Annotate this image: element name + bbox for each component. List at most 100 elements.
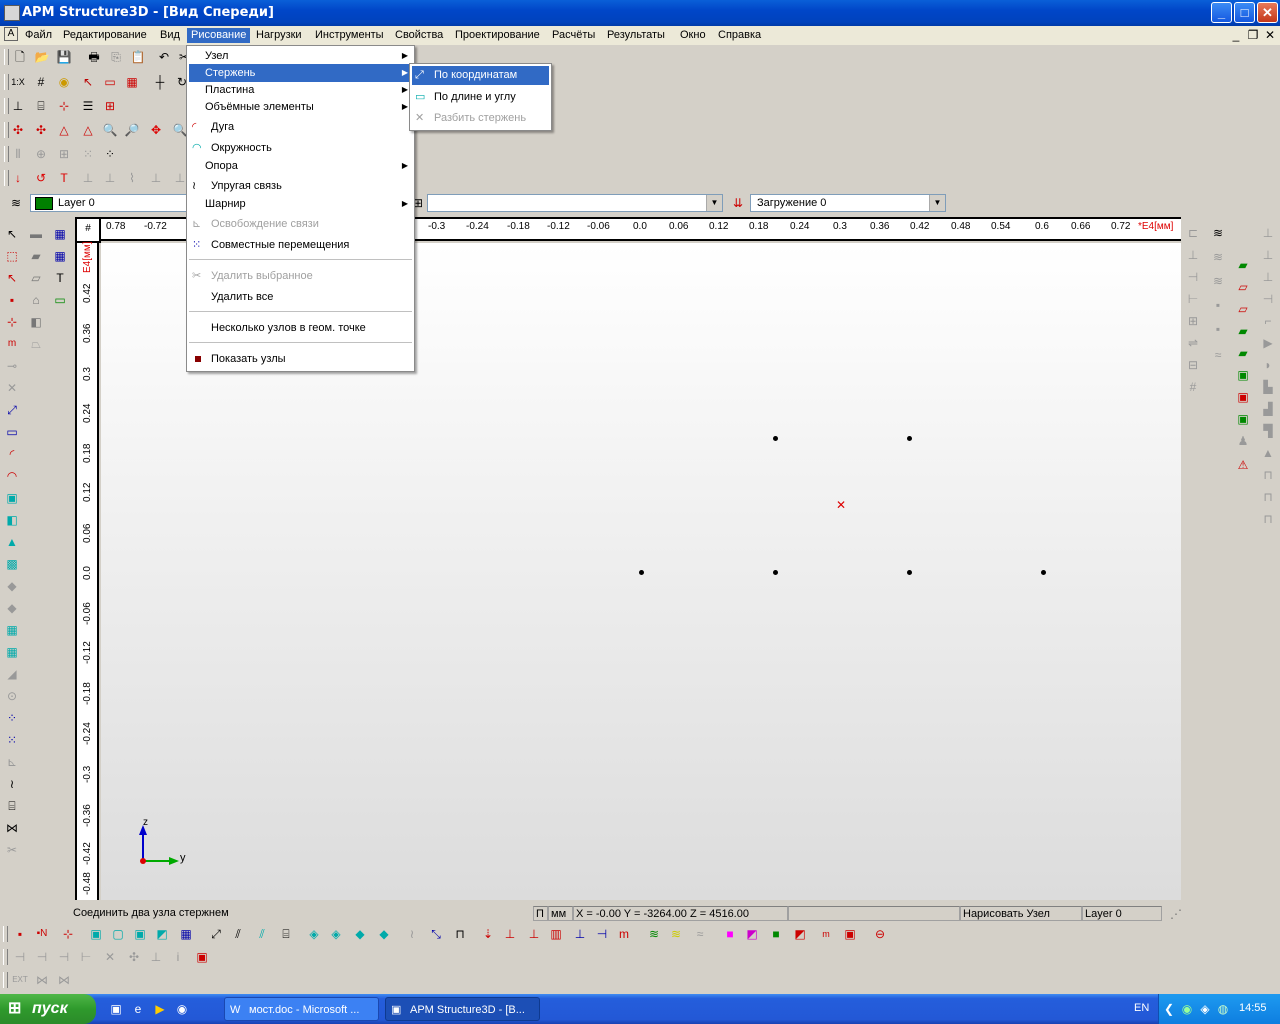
plate-red2-icon[interactable]: ▱ (1235, 301, 1251, 317)
pointer-icon[interactable]: ↖ (4, 226, 20, 242)
node-gray-icon[interactable]: ⊸ (4, 358, 20, 374)
menu-edit[interactable]: Редактирование (59, 28, 151, 43)
layer-gray2-icon[interactable]: ≋ (1210, 273, 1226, 289)
rb-7-icon[interactable]: ⊥ (148, 949, 164, 965)
mdi-minimize-icon[interactable]: _ (1228, 27, 1244, 43)
mass-icon[interactable]: m (4, 336, 20, 352)
rb-8-icon[interactable]: i (170, 949, 186, 965)
tray-arrow-icon[interactable]: ❮ (1161, 1001, 1177, 1017)
menu-item-delete-selected[interactable]: ✂ Удалить выбранное (189, 267, 412, 285)
right-tool-icon[interactable]: ⊢ (1185, 291, 1201, 307)
task-apm[interactable]: ▣ APM Structure3D - [В... (385, 997, 540, 1021)
submenu-item-by-length[interactable]: ▭ По длине и углу (412, 88, 549, 106)
load-2-icon[interactable]: ⊥ (102, 170, 118, 186)
support-gray-icon[interactable]: ◢ (4, 666, 20, 682)
right-tool-icon[interactable]: ⊟ (1185, 357, 1201, 373)
right-tool-icon[interactable]: ⊞ (1185, 313, 1201, 329)
release-tool-icon[interactable]: ⊾ (4, 754, 20, 770)
menu-item-hinge[interactable]: Шарнир ▶ (189, 195, 412, 213)
layer-gray4-icon[interactable]: ▪ (1210, 321, 1226, 337)
save-icon[interactable]: 💾 (56, 49, 72, 65)
document-icon[interactable]: A (4, 27, 18, 41)
submenu-item-split[interactable]: ✕ Разбить стержень (412, 109, 549, 127)
rb-6-icon[interactable]: ✣ (126, 949, 142, 965)
node[interactable] (1041, 570, 1046, 575)
support-r8-icon[interactable]: ▙ (1260, 379, 1276, 395)
color-magenta-icon[interactable]: ■ (722, 926, 738, 942)
layer-gray3-icon[interactable]: ▪ (1210, 297, 1226, 313)
plate-b1-icon[interactable]: ▣ (88, 926, 104, 942)
cube-red-icon[interactable]: ▣ (1235, 389, 1251, 405)
support-r3-icon[interactable]: ⊥ (1260, 269, 1276, 285)
load-case-icon[interactable]: ⇊ (730, 195, 746, 211)
rotate-node-icon[interactable]: △ (80, 122, 96, 138)
nodes-icon[interactable]: ⁘ (102, 146, 118, 162)
layer-stack-icon[interactable]: ≋ (1210, 225, 1226, 241)
select-red-icon[interactable]: ↖ (4, 270, 20, 286)
support-r5-icon[interactable]: ⌐ (1260, 313, 1276, 329)
layers-icon[interactable]: ≋ (8, 195, 24, 211)
crosshair-icon[interactable]: ┼ (152, 74, 168, 90)
view-icon[interactable]: ◉ (56, 74, 72, 90)
menu-tools[interactable]: Инструменты (311, 28, 388, 43)
pan-icon[interactable]: ✥ (148, 122, 164, 138)
spring-tool-icon[interactable]: ≀ (4, 776, 20, 792)
plate-icon[interactable]: ▦ (124, 74, 140, 90)
copy-node-icon[interactable]: ✣ (33, 122, 49, 138)
layer-combo[interactable]: Layer 0 (30, 194, 190, 212)
support-r1-icon[interactable]: ⊥ (1260, 225, 1276, 241)
menu-item-node[interactable]: Узел ▶ (189, 47, 412, 65)
node[interactable] (773, 436, 778, 441)
menu-design[interactable]: Проектирование (451, 28, 544, 43)
frame-icon[interactable]: ⌸ (33, 98, 49, 114)
support-r14-icon[interactable]: ⊓ (1260, 511, 1276, 527)
plate-tri-icon[interactable]: ▲ (4, 534, 20, 550)
section3-icon[interactable]: ▱ (28, 270, 44, 286)
rb-2-icon[interactable]: ⊣ (34, 949, 50, 965)
plate-quad-icon[interactable]: ◧ (4, 512, 20, 528)
media-icon[interactable]: ▶ (152, 1001, 168, 1017)
color-b2-icon[interactable]: ◩ (744, 926, 760, 942)
empty-combo[interactable]: ▼ (427, 194, 723, 212)
support-b-icon[interactable]: ⊓ (452, 926, 468, 942)
node[interactable] (639, 570, 644, 575)
force-icon[interactable]: ↓ (10, 170, 26, 186)
mass-b2-icon[interactable]: ▣ (842, 926, 858, 942)
node[interactable] (907, 436, 912, 441)
axes-icon[interactable]: ⊥ (10, 98, 26, 114)
plate-b3-icon[interactable]: ▣ (132, 926, 148, 942)
menu-item-solids[interactable]: Объёмные элементы ▶ (189, 98, 412, 116)
ext2-icon[interactable]: ⋈ (34, 972, 50, 988)
stamp-icon[interactable]: ♟ (1235, 433, 1251, 449)
release-gray-icon[interactable]: ✕ (4, 380, 20, 396)
section4-icon[interactable]: ⌂ (28, 292, 44, 308)
split-icon[interactable]: ⫴ (10, 146, 26, 162)
clock[interactable]: 14:55 (1239, 1002, 1267, 1014)
pattern-icon[interactable]: ⁙ (80, 146, 96, 162)
rb-3-icon[interactable]: ⊣ (56, 949, 72, 965)
plate-red-icon[interactable]: ▱ (1235, 279, 1251, 295)
menu-item-multi-nodes[interactable]: Несколько узлов в геом. точке (189, 319, 412, 337)
rod-b3-icon[interactable]: ⫽ (254, 926, 270, 942)
table2-icon[interactable]: ▦ (52, 248, 68, 264)
load-4-icon[interactable]: ⊥ (148, 170, 164, 186)
menu-item-joint-move[interactable]: ⁙ Совместные перемещения (189, 236, 412, 254)
divide-icon[interactable]: ⊕ (33, 146, 49, 162)
mesh-icon[interactable]: ⊞ (102, 98, 118, 114)
node-n-icon[interactable]: ▪N (34, 926, 50, 942)
submenu-item-by-coords[interactable]: ⤢ По координатам (412, 66, 549, 85)
zero-icon[interactable]: ⊖ (872, 926, 888, 942)
mass-b-icon[interactable]: m (818, 926, 834, 942)
section6-icon[interactable]: ⏢ (28, 336, 44, 352)
quicklaunch-1-icon[interactable]: ▣ (108, 1001, 124, 1017)
maximize-button[interactable]: □ (1234, 2, 1255, 23)
tray-3-icon[interactable]: ◍ (1215, 1001, 1231, 1017)
joint-move-tool-icon[interactable]: ⁙ (4, 732, 20, 748)
circle-tool-icon[interactable]: ◠ (4, 468, 20, 484)
menu-item-release[interactable]: ⊾ Освобождение связи (189, 215, 412, 233)
plate-green3-icon[interactable]: ▰ (1235, 345, 1251, 361)
undo-icon[interactable]: ↶ (156, 49, 172, 65)
menu-properties[interactable]: Свойства (391, 28, 447, 43)
hinge-gray-icon[interactable]: ⊙ (4, 688, 20, 704)
spring-b-icon[interactable]: ≀ (404, 926, 420, 942)
